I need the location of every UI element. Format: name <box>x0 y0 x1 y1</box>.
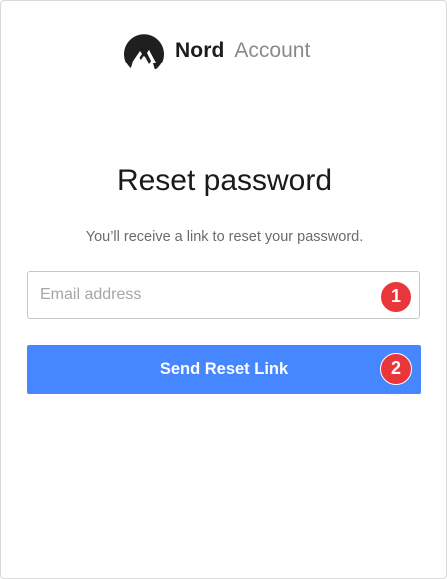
brand-header: Nord Account <box>123 31 310 71</box>
email-input[interactable] <box>28 272 419 318</box>
brand-product-name: Account <box>234 39 311 62</box>
page-subtitle: You’ll receive a link to reset your pass… <box>85 229 364 245</box>
send-reset-link-button[interactable]: Send Reset Link <box>27 345 421 394</box>
page-title: Reset password <box>116 164 333 197</box>
email-field[interactable] <box>27 271 420 319</box>
reset-password-card: Nord Account Reset password You’ll recei… <box>0 0 447 579</box>
brand-name: Nord <box>175 39 225 62</box>
annotation-badge-1: 1 <box>380 281 412 313</box>
nord-mountain-logo-icon <box>123 33 165 69</box>
annotation-badge-2: 2 <box>380 353 412 385</box>
